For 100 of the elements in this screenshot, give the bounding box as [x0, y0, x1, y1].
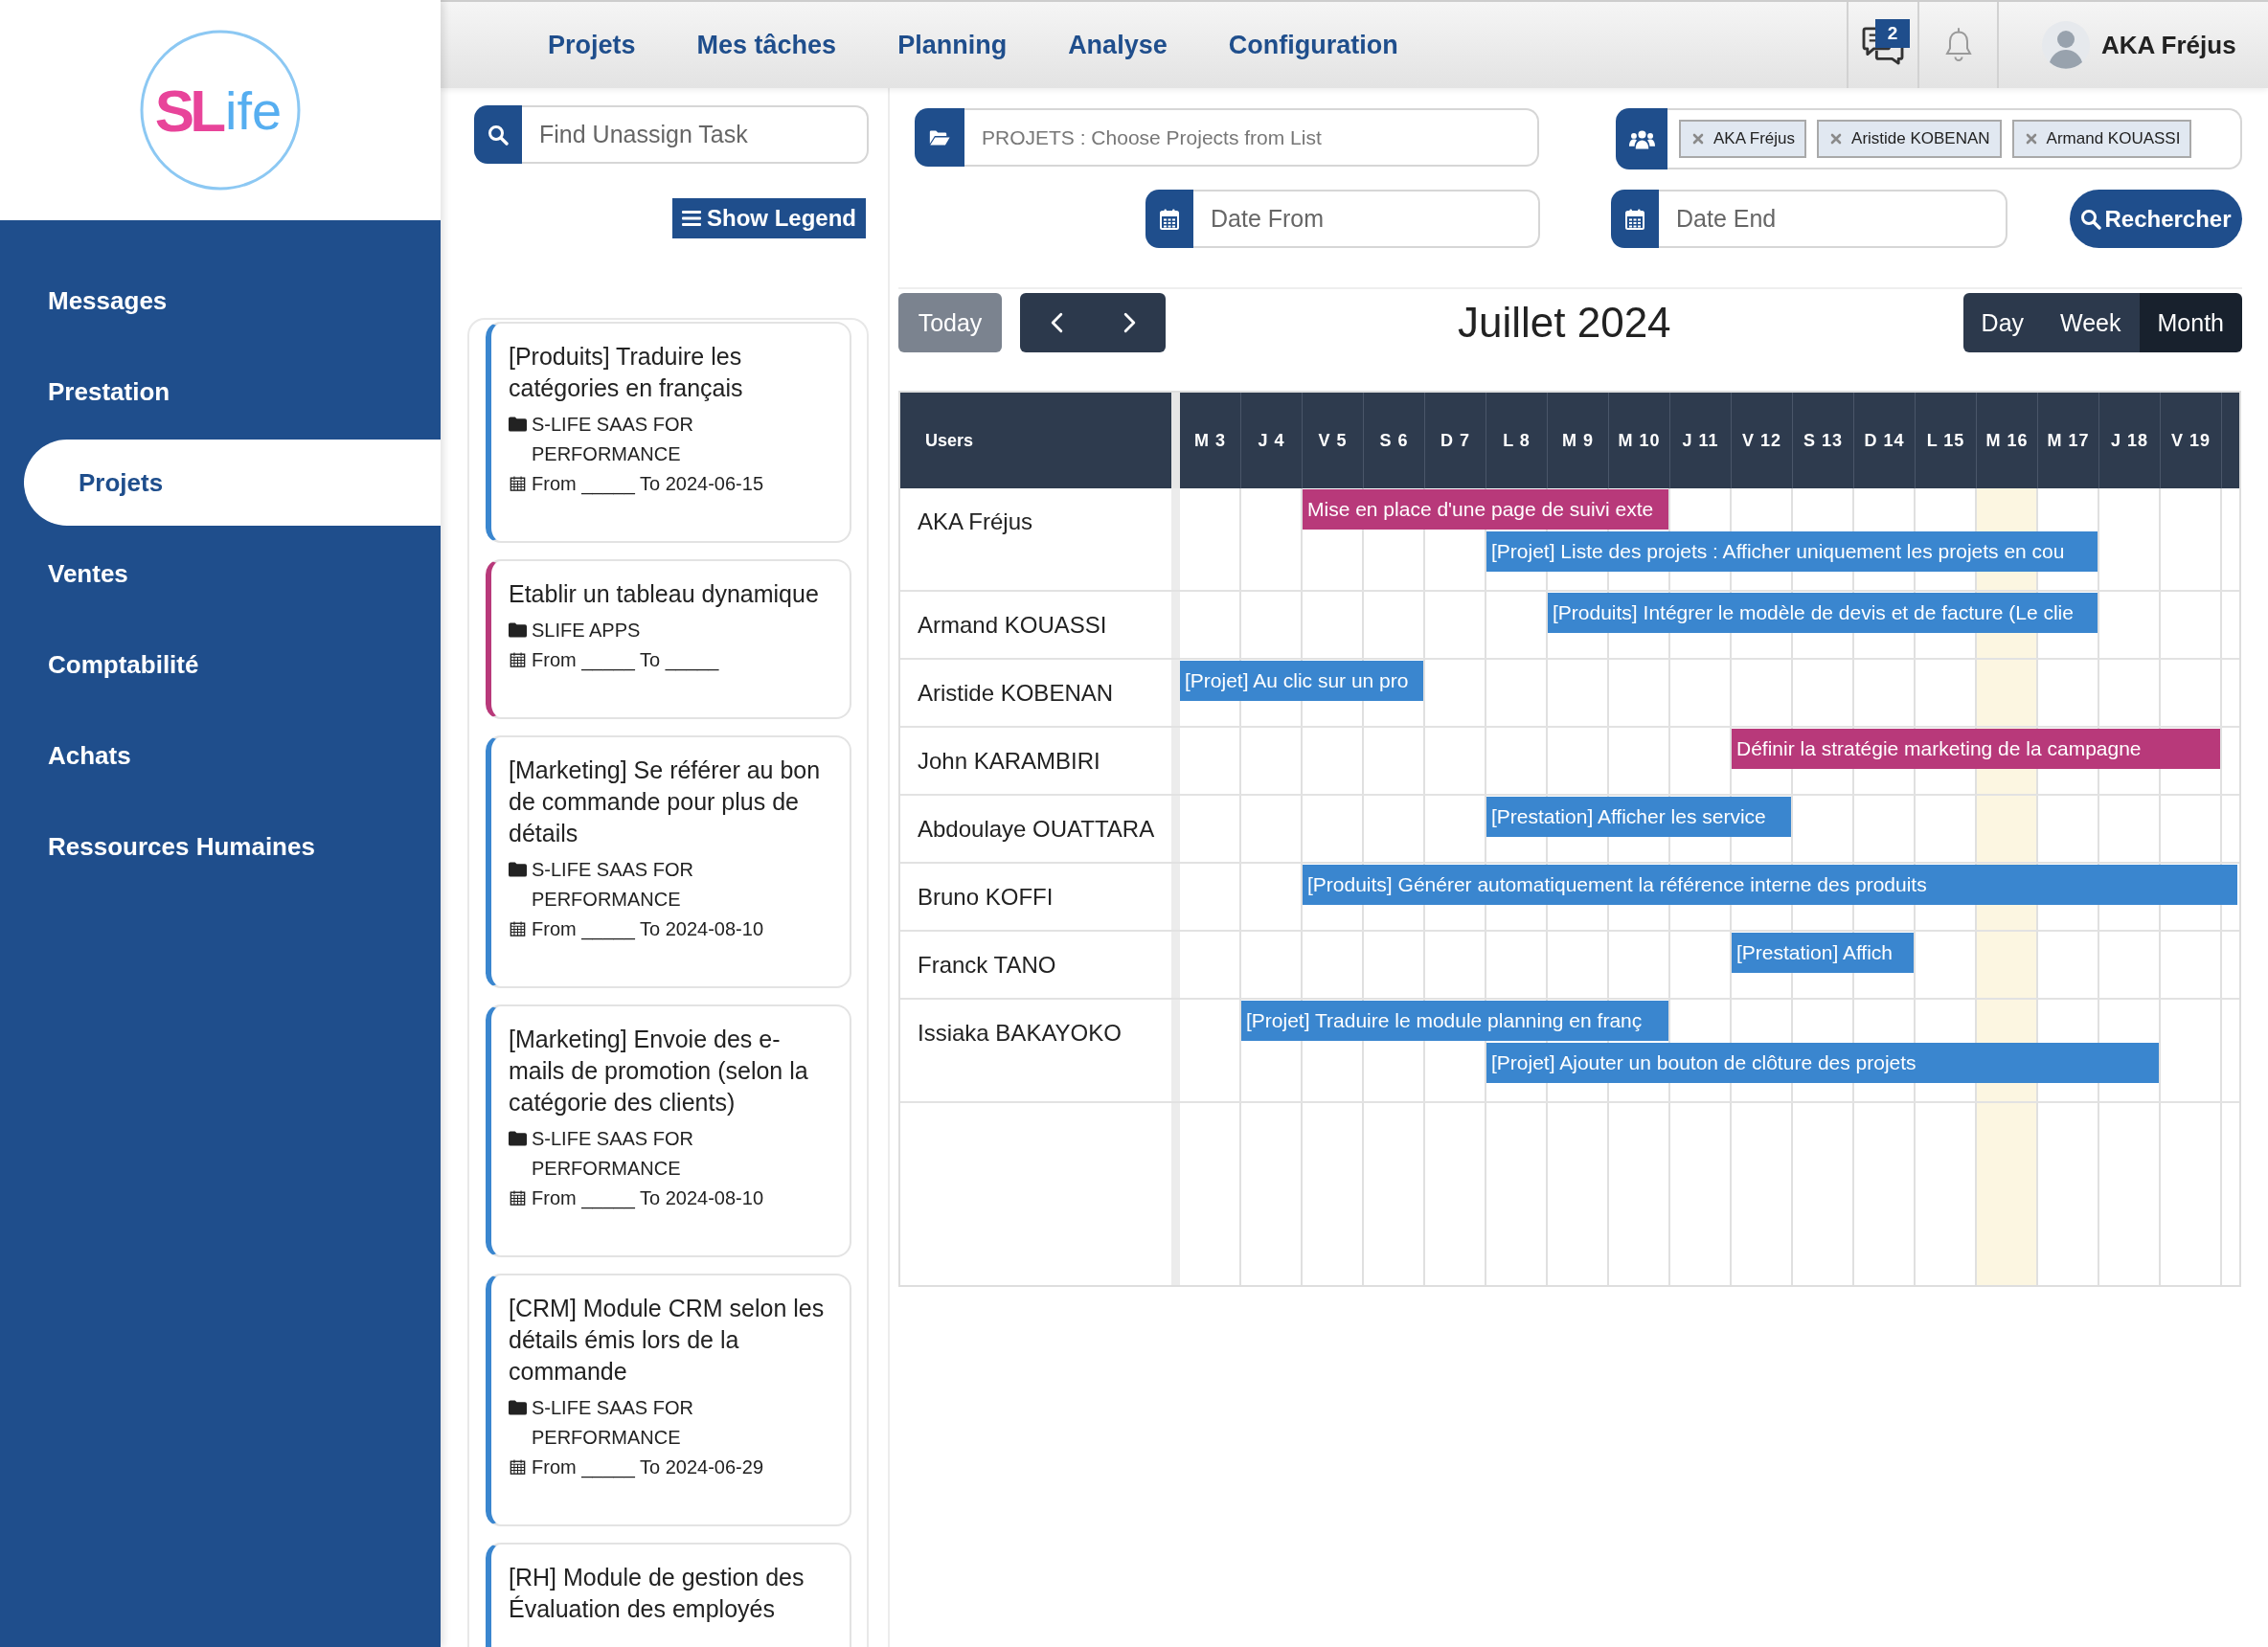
- task-bar[interactable]: [Projet] Au clic sur un pro: [1180, 661, 1423, 701]
- task-title: [CRM] Module CRM selon les détails émis lors de la commande: [509, 1294, 826, 1387]
- project-select-field[interactable]: PROJETS : Choose Projects from List: [964, 108, 1539, 167]
- calendar-icon: [509, 652, 527, 667]
- task-bar[interactable]: [Projet] Ajouter un bouton de clôture des projets: [1486, 1043, 2159, 1083]
- user-name-cell-text: Franck TANO: [917, 951, 1057, 980]
- day-header: J 11: [1670, 393, 1732, 488]
- user-name-cell-text: Armand KOUASSI: [917, 611, 1108, 640]
- folder-icon: [509, 417, 527, 432]
- day-header: M 17: [2038, 393, 2099, 488]
- sidebar-item[interactable]: Messages: [0, 258, 441, 344]
- task-bar[interactable]: [Prestation] Afficher les service: [1486, 797, 1791, 837]
- date-from-field[interactable]: Date From: [1193, 190, 1540, 248]
- calendar-icon: [509, 921, 527, 936]
- task-bar[interactable]: Mise en place d'une page de suivi exte: [1303, 489, 1668, 530]
- notification-badge: 2: [1875, 19, 1910, 48]
- task-title: [RH] Module de gestion des Évaluation des employés: [509, 1563, 805, 1624]
- task-bar[interactable]: [Prestation] Affich: [1732, 933, 1914, 973]
- task-card[interactable]: [Produits] Traduire les catégories en français S-LIFE SAAS FOR PERFORMANCE From _____ To 2024-06-15: [486, 322, 851, 543]
- chevron-right-icon: [1123, 312, 1136, 333]
- sidebar-item[interactable]: Achats: [0, 712, 441, 799]
- nav-link[interactable]: Mes tâches: [696, 30, 837, 60]
- nav-link[interactable]: Planning: [897, 30, 1008, 60]
- date-end-field[interactable]: Date End: [1659, 190, 2007, 248]
- day-header: V 5: [1303, 393, 1364, 488]
- task-bar[interactable]: [Produits] Intégrer le modèle de devis et de facture (Le clie: [1548, 593, 2098, 633]
- user-name[interactable]: AKA Fréjus: [2101, 30, 2236, 60]
- task-dates: From _____ To _____: [532, 648, 720, 673]
- user-select-field[interactable]: AKA Fréjus Aristide KOBENAN Armand KOUASSI: [1667, 108, 2242, 169]
- close-icon: [1830, 133, 1843, 145]
- user-name-cell-text: John KARAMBIRI: [917, 747, 1101, 776]
- sidebar-item[interactable]: Prestation: [0, 349, 441, 435]
- task-bar[interactable]: Définir la stratégie marketing de la campagne: [1732, 729, 2220, 769]
- task-card[interactable]: [CRM] Module CRM selon les détails émis lors de la commande S-LIFE SAAS FOR PERFORMANCE From _____ To 2024-06-29: [486, 1274, 851, 1526]
- view-tab[interactable]: Week: [2042, 293, 2140, 352]
- user-tag[interactable]: Aristide KOBENAN: [1817, 120, 2002, 158]
- sidebar-item[interactable]: Ressources Humaines: [0, 803, 441, 890]
- task-dates: From _____ To 2024-08-10: [532, 917, 764, 942]
- sidebar-item[interactable]: Comptabilité: [0, 621, 441, 708]
- folder-icon: [915, 108, 964, 167]
- avatar-icon: [2042, 21, 2090, 69]
- users-icon: [1616, 108, 1667, 169]
- folder-icon: [509, 862, 527, 877]
- day-header: M 10: [1609, 393, 1670, 488]
- task-dates: From _____ To 2024-08-10: [532, 1186, 764, 1211]
- close-icon: [1692, 133, 1704, 145]
- task-bar[interactable]: [Produits] Générer automatiquement la référence interne des produits: [1303, 865, 2237, 905]
- day-header: L 8: [1486, 393, 1548, 488]
- day-header: S 6: [1364, 393, 1425, 488]
- bell-icon: [1943, 28, 1973, 62]
- user-name-cell-text: Aristide KOBENAN: [917, 679, 1115, 708]
- task-title: [Marketing] Envoie des e-mails de promotion (selon la catégorie des clients): [509, 1025, 809, 1117]
- previous-button[interactable]: [1020, 293, 1093, 352]
- day-header: V 19: [2161, 393, 2222, 488]
- sidebar-item[interactable]: Projets: [24, 440, 441, 526]
- task-card[interactable]: [Marketing] Se référer au bon de commande pour plus de détails S-LIFE SAAS FOR PERFORMANCE From _____ To 2024-08-10: [486, 735, 851, 988]
- task-bar[interactable]: [Projet] Liste des projets : Afficher uniquement les projets en cou: [1486, 531, 2098, 572]
- folder-icon: [509, 622, 527, 638]
- user-name-cell-text: Abdoulaye OUATTARA: [917, 815, 1156, 844]
- calendar-icon: [509, 1190, 527, 1206]
- day-header: V 12: [1732, 393, 1793, 488]
- chevron-left-icon: [1050, 312, 1063, 333]
- task-dates: From _____ To 2024-06-29: [532, 1455, 764, 1480]
- nav-link[interactable]: Analyse: [1068, 30, 1168, 60]
- calendar-icon: [509, 476, 527, 491]
- menu-icon: [682, 210, 701, 227]
- search-field[interactable]: Find Unassign Task: [522, 105, 869, 164]
- task-title: Etablir un tableau dynamique: [509, 579, 820, 609]
- task-title: [Marketing] Se référer au bon de commande pour plus de détails: [509, 756, 822, 848]
- user-tag[interactable]: Armand KOUASSI: [2011, 120, 2192, 158]
- view-tab[interactable]: Day: [1962, 293, 2043, 352]
- search-icon: [474, 105, 522, 164]
- folder-icon: [509, 1400, 527, 1415]
- task-bar[interactable]: [Projet] Traduire le module planning en franç: [1241, 1001, 1668, 1041]
- column-header: Users: [924, 429, 975, 452]
- task-card[interactable]: [Marketing] Envoie des e-mails de promotion (selon la catégorie des clients) S-LIFE SAAS FOR PERFORMANCE From _____ To 2024-08-10: [486, 1004, 851, 1257]
- day-header: J 4: [1241, 393, 1303, 488]
- view-tab[interactable]: Month: [2139, 293, 2242, 352]
- day-header: D 7: [1425, 393, 1486, 488]
- user-name-cell-text: Bruno KOFFI: [917, 883, 1055, 912]
- show-legend-button[interactable]: Show Legend: [672, 198, 866, 238]
- user-name-cell-text: Issiaka BAKAYOKO: [917, 1019, 1123, 1048]
- calendar-icon: [509, 1459, 527, 1475]
- task-dates: From _____ To 2024-06-15: [532, 472, 764, 497]
- folder-icon: [509, 1131, 527, 1146]
- logo: SLife: [139, 29, 302, 192]
- project-name: S-LIFE SAAS FOR PERFORMANCE: [532, 858, 694, 912]
- nav-link[interactable]: Configuration: [1228, 30, 1398, 60]
- user-tag[interactable]: AKA Fréjus: [1679, 120, 1807, 158]
- task-card[interactable]: [RH] Module de gestion des Évaluation des employés: [486, 1543, 851, 1647]
- next-button[interactable]: [1093, 293, 1166, 352]
- day-header: D 14: [1854, 393, 1916, 488]
- calendar-icon: [1145, 190, 1193, 248]
- search-button[interactable]: Rechercher: [2070, 190, 2242, 248]
- sidebar-item[interactable]: Ventes: [0, 530, 441, 617]
- calendar-title: Juillet 2024: [1458, 299, 1671, 347]
- project-name: SLIFE APPS: [532, 619, 642, 643]
- task-card[interactable]: Etablir un tableau dynamique SLIFE APPS From _____ To _____: [486, 559, 851, 719]
- day-header: L 15: [1916, 393, 1977, 488]
- nav-link[interactable]: Projets: [548, 30, 636, 60]
